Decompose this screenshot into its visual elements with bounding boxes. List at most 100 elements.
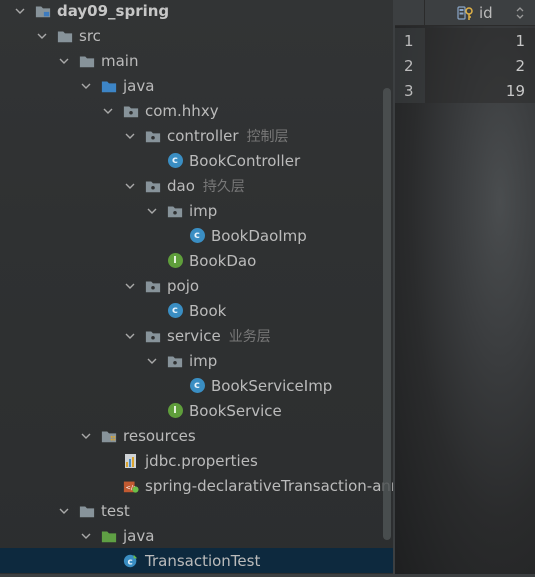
tree-item-hint: 持久层	[202, 178, 245, 195]
grid-header: id	[395, 0, 535, 26]
package-icon	[145, 328, 161, 344]
tree-item-label: BookController	[189, 151, 301, 170]
tree-item-label: BookService	[189, 401, 282, 420]
tree-item-label: TransactionTest	[145, 551, 261, 570]
tree-scrollbar[interactable]	[383, 88, 391, 540]
tree-item[interactable]: c BookServiceImp	[0, 373, 394, 398]
module-folder-icon	[35, 3, 51, 19]
chevron-down-icon[interactable]	[14, 5, 26, 17]
cell-value-id: 2	[515, 56, 525, 75]
tree-item[interactable]: com.hhxy	[0, 98, 394, 123]
tree-item[interactable]: I BookDao	[0, 248, 394, 273]
tree-item-hint: 控制层	[246, 128, 289, 145]
tree-item-label: main	[101, 51, 139, 70]
chevron-down-icon[interactable]	[36, 30, 48, 42]
folder-icon	[79, 53, 95, 69]
tree-item[interactable]: </> spring-declarativeTransaction-annotat…	[0, 473, 394, 498]
tree-item[interactable]: day09_spring	[0, 0, 394, 23]
tree-item[interactable]: I BookService	[0, 398, 394, 423]
tree-item[interactable]: controller 控制层	[0, 123, 394, 148]
tree-item[interactable]: imp	[0, 198, 394, 223]
ide-window: day09_springsrc main java com.hhxy controlle…	[0, 0, 535, 577]
tree-item-label: Book	[189, 301, 227, 320]
tree-item-label: com.hhxy	[145, 101, 219, 120]
tree-item-label: java	[123, 76, 155, 95]
package-icon	[145, 178, 161, 194]
chevron-down-icon[interactable]	[146, 355, 158, 367]
table-row[interactable]: 11	[395, 28, 535, 53]
tree-item[interactable]: c TransactionTest	[0, 548, 394, 573]
tree-item-label: java	[123, 526, 155, 545]
chevron-down-icon[interactable]	[124, 130, 136, 142]
table-row[interactable]: 3 19	[395, 78, 535, 103]
tree-item[interactable]: resources	[0, 423, 394, 448]
source-root-folder-icon	[101, 78, 117, 94]
tree-item-label: imp	[189, 201, 218, 220]
tree-item[interactable]: c Book	[0, 298, 394, 323]
sort-icon[interactable]	[515, 6, 525, 20]
chevron-down-icon[interactable]	[80, 530, 92, 542]
column-header-id[interactable]: id	[457, 0, 493, 26]
tree-item-label: resources	[123, 426, 196, 445]
tree-item[interactable]: pojo	[0, 273, 394, 298]
class-icon: c	[167, 303, 183, 319]
row-number[interactable]: 3	[395, 78, 425, 103]
tree-item-label: dao	[167, 176, 195, 195]
chevron-down-icon[interactable]	[124, 330, 136, 342]
tree-item-label: jdbc.properties	[145, 451, 258, 470]
chevron-down-icon[interactable]	[124, 280, 136, 292]
tree-item[interactable]: jdbc.properties	[0, 448, 394, 473]
row-number-header	[395, 0, 425, 26]
chevron-down-icon[interactable]	[146, 205, 158, 217]
tree-item-label: src	[79, 26, 101, 45]
package-icon	[145, 278, 161, 294]
tree-item-label: controller	[167, 126, 239, 145]
tree-item[interactable]: imp	[0, 348, 394, 373]
tree-item-label: day09_spring	[57, 1, 170, 20]
row-number[interactable]: 2	[395, 53, 425, 78]
tree-item-label: BookDao	[189, 251, 257, 270]
chevron-down-icon[interactable]	[80, 80, 92, 92]
chevron-down-icon[interactable]	[58, 505, 70, 517]
data-grid-panel: id 1 1 2 2 3 19	[395, 0, 535, 577]
tree-item-label: BookServiceImp	[211, 376, 333, 395]
spring-xml-icon: </>	[123, 478, 139, 494]
tree-item-label: pojo	[167, 276, 200, 295]
test-class-icon: c	[123, 553, 139, 569]
tree-item[interactable]: src	[0, 23, 394, 48]
project-tree-panel: day09_springsrc main java com.hhxy controlle…	[0, 0, 394, 577]
chevron-down-icon[interactable]	[102, 105, 114, 117]
cell-value-id: 1	[515, 31, 525, 50]
interface-icon: I	[167, 253, 183, 269]
tree-item[interactable]: java	[0, 523, 394, 548]
tree-item[interactable]: test	[0, 498, 394, 523]
tree-item-label: test	[101, 501, 130, 520]
tree-item[interactable]: main	[0, 48, 394, 73]
column-title: id	[479, 4, 493, 22]
tree-item-label: BookDaoImp	[211, 226, 307, 245]
tree-item-label: service	[167, 326, 221, 345]
tree-item-hint: 业务层	[228, 328, 271, 345]
tree-item[interactable]: service 业务层	[0, 323, 394, 348]
chevron-down-icon[interactable]	[124, 180, 136, 192]
tree-item[interactable]: c BookController	[0, 148, 394, 173]
table-row[interactable]: 22	[395, 53, 535, 78]
chevron-down-icon[interactable]	[80, 430, 92, 442]
folder-icon	[57, 28, 73, 44]
tree-item-label: spring-declarativeTransaction-annotation…	[145, 476, 394, 495]
class-icon: c	[167, 153, 183, 169]
interface-icon: I	[167, 403, 183, 419]
primary-key-icon	[457, 6, 473, 20]
folder-icon	[79, 503, 95, 519]
tree-item[interactable]: c BookDaoImp	[0, 223, 394, 248]
package-icon	[167, 353, 183, 369]
tree-item[interactable]: dao 持久层	[0, 173, 394, 198]
svg-text:c: c	[127, 557, 132, 567]
row-number[interactable]: 1	[395, 28, 425, 53]
chevron-down-icon[interactable]	[58, 55, 70, 67]
tree-item[interactable]: java	[0, 73, 394, 98]
